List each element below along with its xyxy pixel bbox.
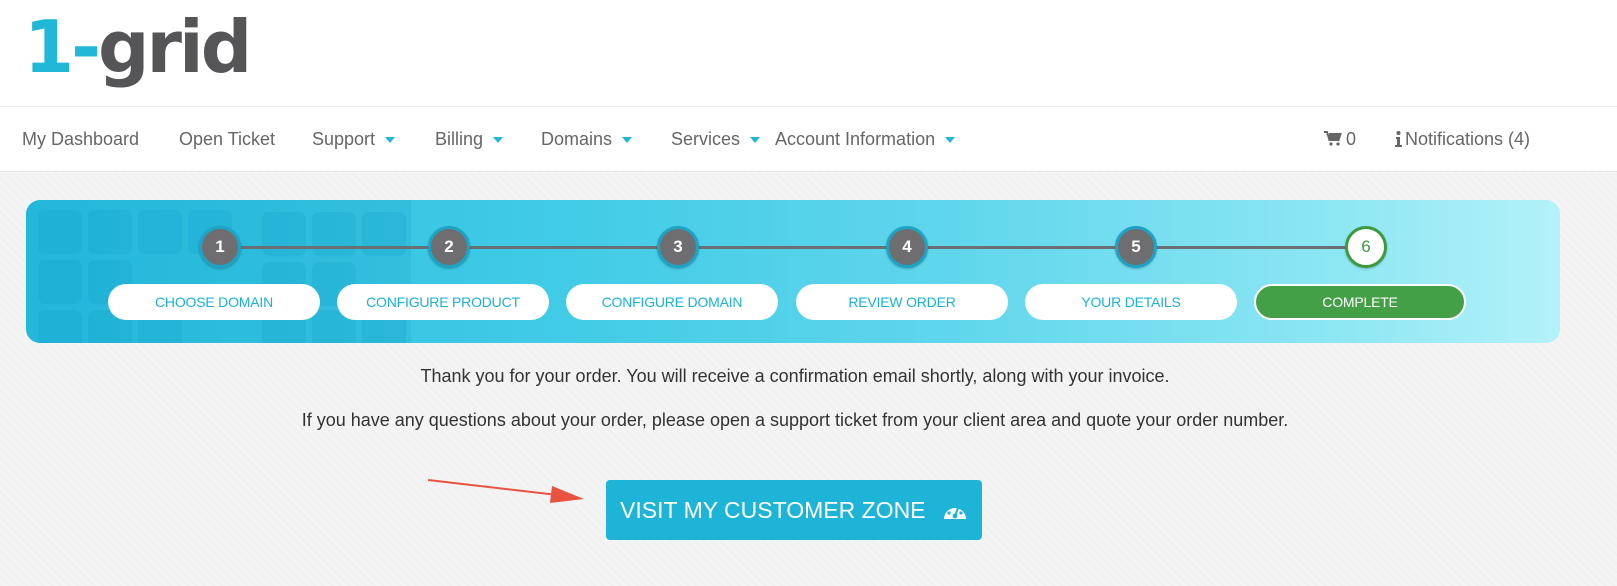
step-2-number: 2 — [428, 226, 470, 268]
step-1-label: CHOOSE DOMAIN — [108, 284, 320, 320]
step-3-number: 3 — [657, 226, 699, 268]
info-icon — [1395, 131, 1402, 147]
step-1-number: 1 — [199, 226, 241, 268]
nav-support-dropdown[interactable]: Support — [312, 107, 396, 173]
annotation-arrow-icon — [428, 479, 584, 503]
nav-domains-dropdown[interactable]: Domains — [541, 107, 633, 173]
nav-notifications[interactable]: Notifications (4) — [1395, 107, 1530, 173]
step-5-number: 5 — [1115, 226, 1157, 268]
order-progress-panel: 1 2 3 4 5 6 CHOOSE DOMAIN CONFIGURE PROD… — [26, 200, 1560, 343]
nav-open-ticket[interactable]: Open Ticket — [179, 107, 275, 173]
cart-icon — [1324, 131, 1342, 146]
progress-line — [220, 246, 1370, 249]
step-5-label: YOUR DETAILS — [1025, 284, 1237, 320]
chevron-down-icon — [493, 137, 504, 144]
logo[interactable]: 1-grid — [24, 6, 252, 96]
nav-services-dropdown[interactable]: Services — [671, 107, 761, 173]
main-navbar: My Dashboard Open Ticket Support Billing… — [0, 106, 1617, 172]
dashboard-gauge-icon — [943, 503, 966, 519]
visit-customer-zone-button[interactable]: VISIT MY CUSTOMER ZONE — [606, 480, 982, 540]
chevron-down-icon — [622, 137, 633, 144]
nav-cart[interactable]: 0 — [1324, 107, 1356, 173]
chevron-down-icon — [385, 137, 396, 144]
step-3-label: CONFIGURE DOMAIN — [566, 284, 778, 320]
confirmation-message: Thank you for your order. You will recei… — [420, 366, 1170, 386]
step-6-number: 6 — [1345, 226, 1387, 268]
step-4-label: REVIEW ORDER — [796, 284, 1008, 320]
step-6-label: COMPLETE — [1254, 284, 1466, 320]
site-header: 1-grid — [0, 0, 1617, 106]
chevron-down-icon — [945, 137, 956, 144]
decorative-tile-pattern — [26, 200, 411, 343]
nav-account-information-dropdown[interactable]: Account Information — [775, 107, 956, 173]
support-message: If you have any questions about your ord… — [301, 410, 1289, 430]
chevron-down-icon — [750, 137, 761, 144]
nav-my-dashboard[interactable]: My Dashboard — [22, 107, 139, 173]
step-2-label: CONFIGURE PRODUCT — [337, 284, 549, 320]
step-4-number: 4 — [886, 226, 928, 268]
nav-billing-dropdown[interactable]: Billing — [435, 107, 504, 173]
